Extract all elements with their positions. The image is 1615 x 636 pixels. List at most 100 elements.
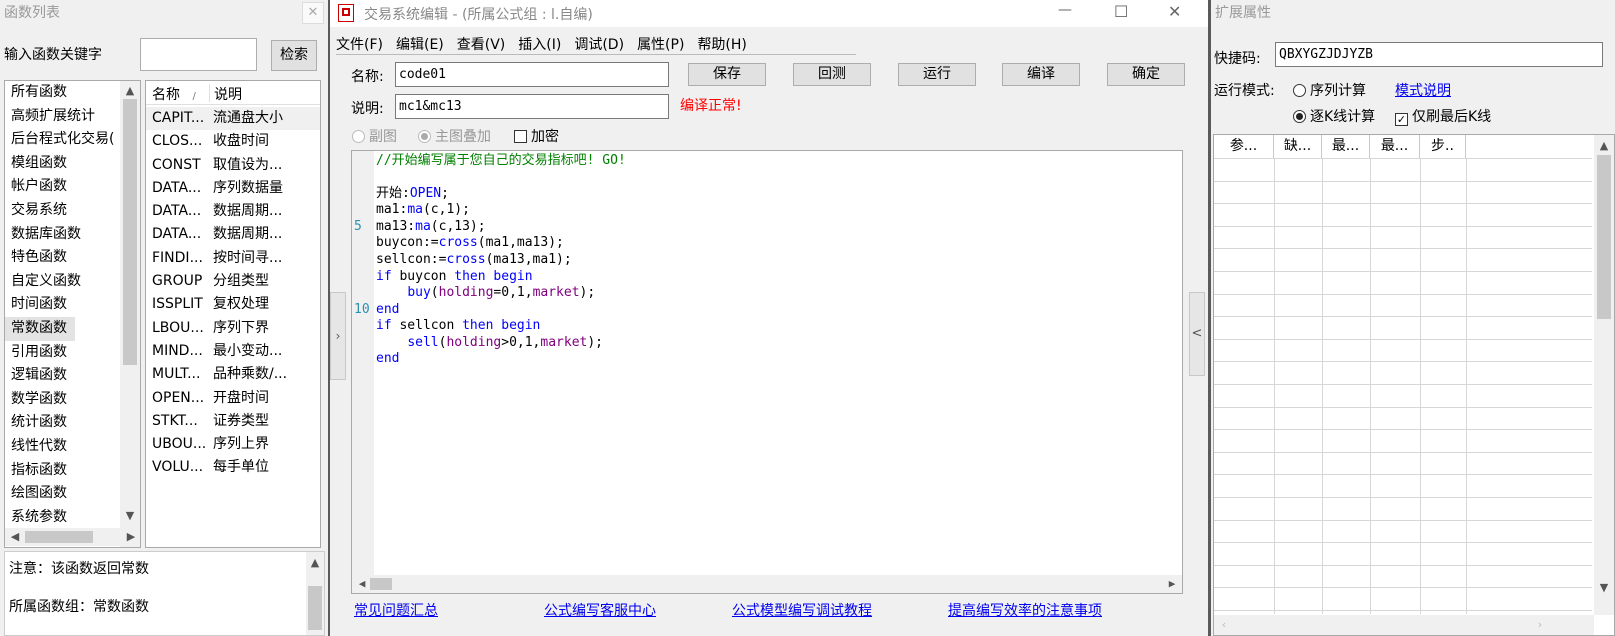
code-hscroll-thumb[interactable] bbox=[370, 578, 392, 590]
category-item[interactable]: 自定义函数 bbox=[5, 270, 120, 294]
code-editor[interactable]: 5 10 //开始编写属于您自己的交易指标吧! GO! 开始:OPEN; ma1… bbox=[351, 150, 1183, 594]
params-grid[interactable]: 参... 缺... 最... 最... 步.. ▲ ▼ ‹ › bbox=[1213, 134, 1615, 636]
category-item[interactable]: 常数函数 bbox=[5, 316, 75, 341]
grid-header-step[interactable]: 步.. bbox=[1420, 135, 1466, 158]
grid-hscrollbar[interactable]: ‹ › bbox=[1214, 615, 1594, 635]
grid-scrollbar[interactable]: ▲ ▼ bbox=[1594, 135, 1614, 615]
function-row[interactable]: CLOS... 收盘时间 bbox=[146, 130, 320, 153]
maximize-icon[interactable]: ☐ bbox=[1114, 2, 1128, 21]
scroll-right-icon[interactable]: ▶ bbox=[123, 530, 139, 544]
scroll-up-icon[interactable]: ▲ bbox=[122, 84, 138, 98]
category-item[interactable]: 数学函数 bbox=[5, 388, 120, 412]
category-hscrollbar[interactable]: ◀ ▶ bbox=[5, 528, 140, 546]
ok-button[interactable]: 确定 bbox=[1107, 63, 1185, 86]
menu-edit[interactable]: 编辑(E) bbox=[396, 34, 444, 54]
encrypt-option[interactable]: 加密 bbox=[514, 126, 559, 146]
search-button[interactable]: 检索 bbox=[271, 40, 317, 71]
category-item[interactable]: 高频扩展统计 bbox=[5, 105, 120, 129]
scroll-right-icon[interactable]: › bbox=[1532, 618, 1548, 632]
left-collapse-handle[interactable]: › bbox=[330, 292, 346, 380]
scroll-up-icon[interactable]: ▲ bbox=[307, 556, 323, 570]
mode-explain-link[interactable]: 模式说明 bbox=[1395, 80, 1451, 100]
hscroll-thumb[interactable] bbox=[25, 531, 93, 543]
function-row[interactable]: MULT... 品种乘数/... bbox=[146, 363, 320, 386]
grid-header-param[interactable]: 参... bbox=[1214, 135, 1274, 158]
grid-header-default[interactable]: 缺... bbox=[1274, 135, 1322, 158]
close-icon[interactable]: ✕ bbox=[302, 2, 324, 24]
function-row[interactable]: MIND... 最小变动... bbox=[146, 340, 320, 363]
scroll-thumb[interactable] bbox=[123, 99, 137, 365]
scroll-down-icon[interactable]: ▼ bbox=[122, 509, 138, 523]
menu-help[interactable]: 帮助(H) bbox=[697, 34, 746, 54]
function-row[interactable]: DATA... 数据周期... bbox=[146, 223, 320, 246]
category-item[interactable]: 帐户函数 bbox=[5, 175, 120, 199]
function-row[interactable]: CAPIT... 流通盘大小 bbox=[146, 107, 320, 131]
scroll-down-icon[interactable]: ▼ bbox=[1596, 581, 1612, 595]
compile-button[interactable]: 编译 bbox=[1002, 63, 1080, 86]
category-item[interactable]: 交易系统 bbox=[5, 199, 120, 223]
category-item[interactable]: 引用函数 bbox=[5, 341, 120, 365]
scroll-left-icon[interactable]: ◀ bbox=[7, 530, 23, 544]
scroll-right-icon[interactable]: ▶ bbox=[1164, 577, 1180, 591]
shortcut-input[interactable]: QBXYGZJDJYZB bbox=[1275, 42, 1603, 67]
function-row[interactable]: OPEN... 开盘时间 bbox=[146, 387, 320, 410]
menu-file[interactable]: 文件(F) bbox=[336, 34, 383, 54]
function-table[interactable]: 名称 / 说明 CAPIT... 流通盘大小 CLOS... 收盘时间 CONST 取值设… bbox=[145, 80, 321, 548]
keyword-input[interactable] bbox=[140, 38, 257, 71]
close-icon[interactable]: ✕ bbox=[1168, 2, 1181, 21]
category-item[interactable]: 绘图函数 bbox=[5, 482, 120, 506]
minimize-icon[interactable]: — bbox=[1058, 2, 1072, 18]
function-row[interactable]: STKT... 证券类型 bbox=[146, 410, 320, 433]
category-item[interactable]: 后台程式化交易( bbox=[5, 128, 120, 152]
function-row[interactable]: DATA... 序列数据量 bbox=[146, 177, 320, 200]
tutorial-link[interactable]: 公式模型编写调试教程 bbox=[732, 600, 872, 620]
category-item[interactable]: 系统参数 bbox=[5, 506, 120, 530]
mode-bar-option[interactable]: 逐K线计算 bbox=[1293, 106, 1375, 126]
grid-scroll-thumb[interactable] bbox=[1597, 155, 1611, 319]
grid-header-max[interactable]: 最... bbox=[1370, 135, 1420, 158]
menu-properties[interactable]: 属性(P) bbox=[637, 34, 684, 54]
category-item[interactable]: 模组函数 bbox=[5, 152, 120, 176]
mode-seq-option[interactable]: 序列计算 bbox=[1293, 80, 1366, 100]
scroll-left-icon[interactable]: ‹ bbox=[1216, 618, 1232, 632]
category-item[interactable]: 特色函数 bbox=[5, 246, 120, 270]
category-item[interactable]: 数据库函数 bbox=[5, 223, 120, 247]
mode-seq-radio[interactable] bbox=[1293, 84, 1306, 97]
category-item[interactable]: 所有函数 bbox=[5, 81, 120, 105]
scroll-left-icon[interactable]: ◀ bbox=[354, 577, 370, 591]
backtest-button[interactable]: 回测 bbox=[793, 63, 871, 86]
function-row[interactable]: LBOU... 序列下界 bbox=[146, 317, 320, 340]
menu-insert[interactable]: 插入(I) bbox=[518, 34, 561, 54]
function-row[interactable]: CONST 取值设为... bbox=[146, 154, 320, 177]
refresh-last-option[interactable]: ✓ 仅刷最后K线 bbox=[1395, 106, 1491, 126]
category-item[interactable]: 逻辑函数 bbox=[5, 364, 120, 388]
save-button[interactable]: 保存 bbox=[688, 63, 766, 86]
run-button[interactable]: 运行 bbox=[898, 63, 976, 86]
category-item[interactable]: 指标函数 bbox=[5, 459, 120, 483]
category-scrollbar[interactable]: ▲ ▼ bbox=[120, 81, 140, 547]
right-collapse-handle[interactable]: < bbox=[1189, 292, 1205, 376]
category-item[interactable]: 线性代数 bbox=[5, 435, 120, 459]
support-center-link[interactable]: 公式编写客服中心 bbox=[544, 600, 656, 620]
menu-debug[interactable]: 调试(D) bbox=[574, 34, 624, 54]
category-item[interactable]: 时间函数 bbox=[5, 293, 120, 317]
function-row[interactable]: UBOU... 序列上界 bbox=[146, 433, 320, 456]
refresh-last-checkbox[interactable]: ✓ bbox=[1395, 113, 1408, 126]
category-item[interactable]: 统计函数 bbox=[5, 411, 120, 435]
desc-input[interactable]: mc1&mc13 bbox=[395, 94, 669, 119]
name-input[interactable]: code01 bbox=[395, 62, 669, 87]
function-row[interactable]: VOLU... 每手单位 bbox=[146, 456, 320, 479]
mode-bar-radio[interactable] bbox=[1293, 110, 1306, 123]
encrypt-checkbox[interactable] bbox=[514, 130, 527, 143]
menu-view[interactable]: 查看(V) bbox=[457, 34, 506, 54]
function-row[interactable]: DATA... 数据周期... bbox=[146, 200, 320, 223]
note-scroll-thumb[interactable] bbox=[308, 586, 322, 630]
function-row[interactable]: GROUP 分组类型 bbox=[146, 270, 320, 293]
column-desc-header[interactable]: 说明 bbox=[214, 84, 242, 104]
faq-link[interactable]: 常见问题汇总 bbox=[354, 600, 438, 620]
function-row[interactable]: FINDI... 按时间寻... bbox=[146, 247, 320, 270]
grid-header-min[interactable]: 最... bbox=[1322, 135, 1370, 158]
code-hscrollbar[interactable]: ◀ ▶ bbox=[352, 575, 1182, 593]
efficiency-tips-link[interactable]: 提高编写效率的注意事项 bbox=[948, 600, 1102, 620]
function-row[interactable]: ISSPLIT 复权处理 bbox=[146, 293, 320, 316]
